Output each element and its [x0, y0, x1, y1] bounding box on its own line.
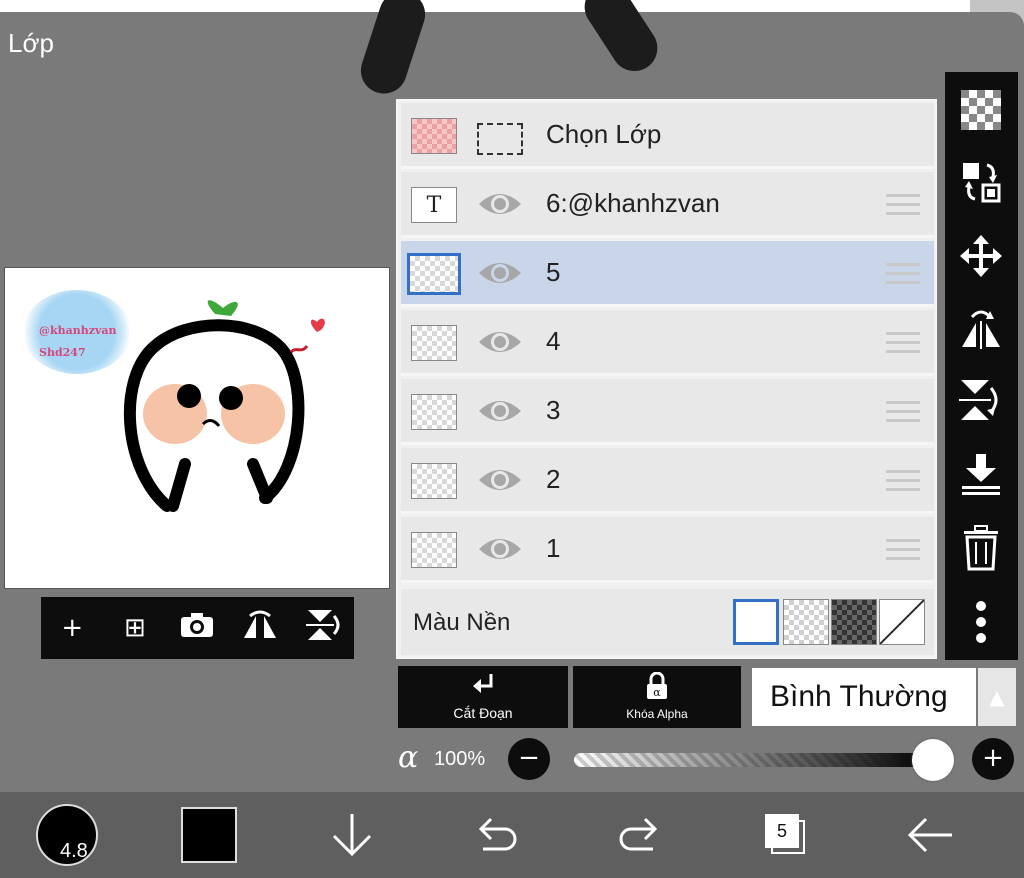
brush-size-button[interactable]: 4.8: [32, 792, 102, 878]
layer-name: 6:@khanhzvan: [546, 188, 720, 218]
drag-handle-icon[interactable]: [886, 401, 920, 425]
layer-row-5[interactable]: 5: [401, 241, 934, 307]
current-color-swatch: [181, 807, 237, 863]
background-color-label: Màu Nền: [413, 609, 511, 636]
eye-icon[interactable]: [477, 464, 523, 496]
layer-thumbnail: [411, 532, 457, 568]
opacity-value: 100%: [434, 748, 486, 770]
drag-handle-icon[interactable]: [886, 332, 920, 356]
marquee-icon: [477, 123, 523, 155]
undo-icon[interactable]: [466, 792, 526, 878]
bg-none-swatch[interactable]: [879, 599, 925, 645]
layer-name: 1: [546, 533, 561, 563]
svg-text:α: α: [653, 686, 661, 699]
redo-icon[interactable]: [610, 792, 670, 878]
layer-name: 5: [546, 257, 561, 287]
flip-horizontal-icon[interactable]: [240, 610, 280, 647]
opacity-decrease-button[interactable]: −: [508, 738, 550, 780]
drag-handle-icon[interactable]: [886, 194, 920, 218]
color-button[interactable]: [176, 792, 242, 878]
layer-row-3[interactable]: 3: [401, 379, 934, 445]
lock-icon: α: [573, 671, 741, 705]
more-icon[interactable]: [957, 598, 1005, 646]
selection-thumbnail: [411, 118, 457, 154]
layers-stack-icon: 5: [763, 812, 809, 858]
layer-thumbnail: [407, 253, 461, 295]
layer-name: 4: [546, 326, 561, 356]
eye-icon[interactable]: [477, 395, 523, 427]
eye-icon[interactable]: [477, 188, 523, 220]
eye-icon[interactable]: [477, 257, 523, 289]
arrow-down-icon[interactable]: [322, 792, 382, 878]
clipping-button[interactable]: Cắt Đoạn: [398, 666, 568, 728]
layer-list: Chọn Lớp T 6:@khanhzvan 5 4 3 2 1 Màu Nề…: [396, 99, 937, 659]
clipping-icon: [398, 672, 568, 703]
swap-layer-icon[interactable]: [957, 158, 1005, 206]
alpha-lock-button[interactable]: α Khóa Alpha: [573, 666, 741, 728]
flip-layer-vertical-icon[interactable]: [957, 376, 1005, 424]
alpha-symbol: α: [398, 740, 419, 775]
layer-row-1[interactable]: 1: [401, 517, 934, 583]
layer-row-2[interactable]: 2: [401, 448, 934, 514]
layer-count: 5: [765, 814, 799, 848]
select-layer-row[interactable]: Chọn Lớp: [401, 103, 934, 169]
brush-size-icon: 4.8: [36, 804, 98, 866]
layer-tools-toolbar: [945, 72, 1018, 660]
status-strip: [0, 0, 1024, 12]
layer-thumbnail: [411, 463, 457, 499]
add-layer-icon[interactable]: +: [52, 613, 92, 643]
eye-icon[interactable]: [477, 326, 523, 358]
add-copy-layer-icon[interactable]: ⊞: [115, 613, 155, 643]
layer-row-4[interactable]: 4: [401, 310, 934, 376]
eye-icon[interactable]: [477, 533, 523, 565]
transparency-icon[interactable]: [957, 86, 1005, 134]
canvas-preview[interactable]: @khanhzvan Shd247: [4, 267, 390, 589]
merge-down-icon[interactable]: [957, 450, 1005, 498]
alpha-lock-label: Khóa Alpha: [626, 707, 688, 721]
brush-size-value: 4.8: [60, 840, 88, 862]
back-arrow-icon[interactable]: [900, 792, 960, 878]
drag-handle-icon[interactable]: [886, 539, 920, 563]
move-icon[interactable]: [957, 232, 1005, 280]
layer-row-6[interactable]: T 6:@khanhzvan: [401, 172, 934, 238]
flip-vertical-icon[interactable]: [303, 608, 343, 649]
layer-thumbnail: [411, 394, 457, 430]
layer-thumbnail: [411, 325, 457, 361]
drag-handle-icon[interactable]: [886, 263, 920, 287]
layer-name: 2: [546, 464, 561, 494]
character-drawing: [123, 300, 325, 512]
opacity-slider-knob[interactable]: [912, 739, 954, 781]
clipping-label: Cắt Đoạn: [453, 705, 513, 721]
layer-name: 3: [546, 395, 561, 425]
blend-mode-arrow-icon[interactable]: ▲: [978, 668, 1016, 726]
layers-button[interactable]: 5: [756, 792, 816, 878]
flip-layer-horizontal-icon[interactable]: [957, 304, 1005, 352]
background-color-row: Màu Nền: [401, 589, 934, 655]
opacity-slider[interactable]: [574, 753, 934, 767]
drag-handle-icon[interactable]: [886, 470, 920, 494]
bottom-toolbar: 4.8 5: [0, 792, 1024, 878]
bg-dark-checker-swatch[interactable]: [831, 599, 877, 645]
camera-icon[interactable]: [177, 612, 217, 645]
panel-title: Lớp: [8, 28, 54, 58]
bg-white-swatch[interactable]: [733, 599, 779, 645]
opacity-increase-button[interactable]: +: [972, 738, 1014, 780]
select-layer-label: Chọn Lớp: [546, 119, 662, 149]
text-layer-thumbnail: T: [411, 187, 457, 223]
preview-toolbar: + ⊞: [41, 597, 354, 659]
bg-transparent-swatch[interactable]: [783, 599, 829, 645]
trash-icon[interactable]: [957, 524, 1005, 572]
blend-mode-select[interactable]: Bình Thường: [752, 668, 976, 726]
